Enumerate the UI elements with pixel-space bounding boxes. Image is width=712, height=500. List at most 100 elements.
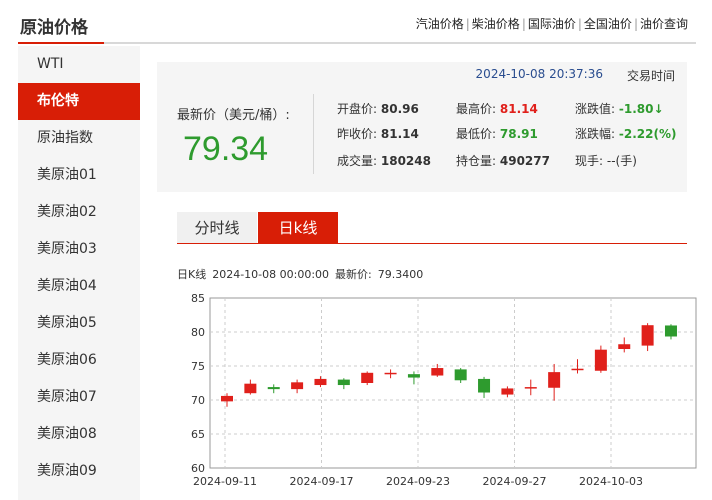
sidebar-item-us-crude-04[interactable]: 美原油04 [18,268,140,305]
candle-body [618,344,631,349]
open-interest-label: 持仓量: [456,154,497,168]
prev-close-label: 昨收价: [337,127,378,141]
quote-panel: 2024-10-08 20:37:36 交易时间 最新价（美元/桶）: 79.3… [157,62,687,192]
quote-divider [313,94,314,174]
y-tick-label: 75 [191,360,205,373]
candle-body [267,387,280,390]
low-price-label: 最低价: [456,127,497,141]
sidebar-item-us-crude-08[interactable]: 美原油08 [18,416,140,453]
candle-body [407,374,420,378]
candle-body [594,349,607,371]
low-price: 最低价: 78.91 [456,125,538,142]
change-value-number: -1.80↓ [618,102,664,116]
page-title: 原油价格 [20,18,88,38]
change-value: 涨跌值: -1.80↓ [575,100,664,117]
chart-info-bar: 日K线 2024-10-08 00:00:00 最新价: 79.3400 [177,266,429,282]
link-national-oil-price[interactable]: 全国油价 [584,17,632,31]
high-price: 最高价: 81.14 [456,100,538,117]
current-hand: 现手: --(手) [575,152,637,169]
title-underline [18,42,104,44]
high-price-label: 最高价: [456,102,497,116]
change-percent-value: -2.22(%) [618,127,677,141]
tab-minute-line[interactable]: 分时线 [177,212,257,244]
top-nav-links: 汽油价格 | 柴油价格 | 国际油价 | 全国油价 | 油价查询 [416,15,688,32]
candle-body [478,378,491,393]
y-tick-label: 65 [191,428,205,441]
y-tick-label: 60 [191,462,205,475]
open-price-value: 80.96 [380,102,419,116]
prev-close: 昨收价: 81.14 [337,125,419,142]
volume-value: 180248 [380,154,431,168]
link-separator: | [577,17,582,31]
latest-price-label: 最新价（美元/桶）: [177,108,290,123]
x-tick-label: 2024-09-17 [290,475,354,488]
candle-body [524,387,537,389]
daily-k-line-chart: 60 65 70 75 80 85 2024-09-11 2024-09-17 2024-09-… [191,292,697,488]
sidebar-item-us-crude-01[interactable]: 美原油01 [18,157,140,194]
current-hand-value: --(手) [606,154,637,168]
chart-plot-area [209,297,697,469]
chart-latest-value: 79.3400 [377,268,424,281]
high-price-value: 81.14 [499,102,538,116]
y-tick-label: 80 [191,326,205,339]
candle-body [454,369,467,381]
candle-body [664,325,677,337]
open-interest: 持仓量: 490277 [456,152,550,169]
current-hand-label: 现手: [575,154,604,168]
latest-price-value: 79.34 [183,130,269,168]
change-value-label: 涨跌值: [575,102,616,116]
chart-latest-label: 最新价: [335,268,372,281]
sidebar-item-wti[interactable]: WTI [18,46,140,83]
candle-body [431,368,444,376]
change-percent: 涨跌幅: -2.22(%) [575,125,676,142]
link-gasoline-price[interactable]: 汽油价格 [416,17,464,31]
trade-time-label: 交易时间 [626,69,675,83]
tab-underline [177,243,687,244]
candle-body [641,325,654,346]
link-separator: | [633,17,638,31]
sidebar-item-us-crude-06[interactable]: 美原油06 [18,342,140,379]
open-interest-value: 490277 [499,154,550,168]
candle-body [314,378,327,386]
link-diesel-price[interactable]: 柴油价格 [472,17,520,31]
sidebar-item-us-crude-09[interactable]: 美原油09 [18,453,140,490]
chart-date: 2024-10-08 00:00:00 [212,268,330,281]
y-tick-label: 85 [191,292,205,305]
chart-type-label: 日K线 [177,268,207,281]
sidebar-item-us-crude-07[interactable]: 美原油07 [18,379,140,416]
link-separator: | [521,17,526,31]
candle-body [501,388,514,395]
x-tick-label: 2024-10-03 [579,475,643,488]
page-header: 原油价格 汽油价格 | 柴油价格 | 国际油价 | 全国油价 | 油价查询 [18,0,696,44]
low-price-value: 78.91 [499,127,538,141]
x-tick-label: 2024-09-11 [193,475,257,488]
open-price: 开盘价: 80.96 [337,100,419,117]
open-price-label: 开盘价: [337,102,378,116]
link-separator: | [465,17,470,31]
y-tick-label: 70 [191,394,205,407]
change-percent-label: 涨跌幅: [575,127,616,141]
sidebar-item-crude-index[interactable]: 原油指数 [18,120,140,157]
candle-body [361,372,374,383]
sidebar-item-brent[interactable]: 布伦特 [18,83,140,120]
tab-daily-k-line[interactable]: 日k线 [258,212,338,244]
candle-body [244,383,257,394]
sidebar-item-us-crude-05[interactable]: 美原油05 [18,305,140,342]
candle-body [221,395,233,402]
candle-body [337,379,350,386]
candle-body [384,372,397,375]
trade-time: 2024-10-08 20:37:36 [475,67,603,81]
candle-body [571,368,584,371]
x-tick-label: 2024-09-27 [483,475,547,488]
sidebar-item-us-crude-02[interactable]: 美原油02 [18,194,140,231]
link-oil-price-query[interactable]: 油价查询 [640,17,688,31]
sidebar: WTI 布伦特 原油指数 美原油01 美原油02 美原油03 美原油04 美原油… [18,46,140,500]
x-tick-label: 2024-09-23 [386,475,450,488]
candle-body [291,382,304,390]
candle-body [548,372,561,388]
prev-close-value: 81.14 [380,127,419,141]
link-international-oil-price[interactable]: 国际油价 [528,17,576,31]
sidebar-item-us-crude-03[interactable]: 美原油03 [18,231,140,268]
volume: 成交量: 180248 [337,152,431,169]
volume-label: 成交量: [337,154,378,168]
